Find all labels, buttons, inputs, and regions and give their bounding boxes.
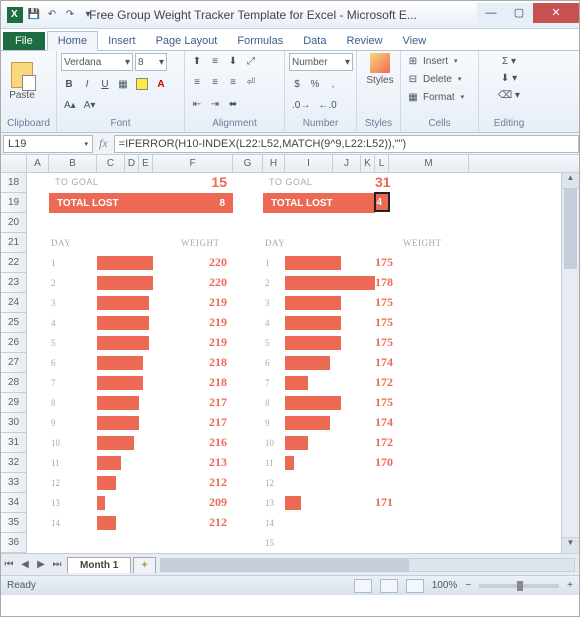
zoom-out-button[interactable]: − [465, 580, 471, 591]
vscroll-thumb[interactable] [564, 189, 577, 269]
group-cells: Cells [405, 118, 474, 130]
tab-review[interactable]: Review [336, 32, 392, 50]
tab-nav-next[interactable]: ▶ [33, 559, 49, 570]
hscroll-thumb[interactable] [161, 559, 409, 571]
paste-label: Paste [9, 90, 35, 101]
vertical-scrollbar[interactable]: ▲ ▼ [561, 173, 579, 553]
fx-icon[interactable]: fx [99, 136, 108, 151]
quick-access-toolbar: 💾 ↶ ↷ ▾ [27, 7, 95, 21]
comma-button[interactable]: , [325, 76, 341, 92]
tab-data[interactable]: Data [293, 32, 336, 50]
undo-icon[interactable]: ↶ [45, 7, 59, 21]
fill-color-button[interactable] [133, 76, 151, 92]
selected-cell[interactable]: 4 [374, 192, 390, 212]
fill-button[interactable]: ⬇ ▾ [483, 70, 535, 86]
currency-button[interactable]: $ [289, 76, 305, 92]
bold-button[interactable]: B [61, 76, 77, 92]
ribbon: Paste Clipboard Verdana▾ 8▾ B I U ▦ A A▴… [1, 51, 579, 133]
paste-button[interactable]: Paste [5, 53, 39, 109]
excel-icon [7, 7, 23, 23]
tab-file[interactable]: File [3, 32, 45, 50]
styles-icon [370, 53, 390, 73]
scroll-up-button[interactable]: ▲ [562, 173, 579, 189]
group-font: Font [61, 118, 180, 130]
tab-nav-first[interactable]: ⏮ [1, 559, 17, 570]
font-size-select[interactable]: 8▾ [135, 53, 167, 71]
grow-font-button[interactable]: A▴ [61, 97, 79, 113]
align-right-button[interactable]: ≡ [225, 75, 241, 91]
column-headers[interactable]: ABCDEFGHIJKLM [27, 155, 579, 173]
view-normal-button[interactable] [354, 579, 372, 593]
window-title: Free Group Weight Tracker Template for E… [29, 8, 477, 22]
shrink-font-button[interactable]: A▾ [81, 97, 99, 113]
redo-icon[interactable]: ↷ [63, 7, 77, 21]
increase-decimal-button[interactable]: .0→ [289, 97, 313, 113]
view-pagebreak-button[interactable] [406, 579, 424, 593]
tab-formulas[interactable]: Formulas [227, 32, 293, 50]
tab-home[interactable]: Home [47, 31, 98, 51]
save-icon[interactable]: 💾 [27, 7, 41, 21]
minimize-button[interactable]: — [477, 3, 505, 23]
wrap-text-button[interactable]: ⏎ [243, 75, 259, 91]
scroll-down-button[interactable]: ▼ [562, 537, 579, 553]
sheet-tab-bar: ⏮ ◀ ▶ ⏭ Month 1 ✦ [1, 553, 579, 575]
orientation-button[interactable]: ⤢ [243, 53, 259, 69]
status-ready: Ready [7, 580, 36, 591]
zoom-in-button[interactable]: + [567, 580, 573, 591]
merge-button[interactable]: ⬌ [225, 96, 241, 112]
row-headers[interactable]: 18192021222324252627282930313233343536 [1, 173, 27, 553]
formula-bar-row: L19▾ fx =IFERROR(H10-INDEX(L22:L52,MATCH… [1, 133, 579, 155]
qat-customize-icon[interactable]: ▾ [81, 7, 95, 21]
delete-cells-button[interactable]: ⊟ [405, 71, 421, 87]
cells-area[interactable]: TO GOAL15TO GOAL31TOTAL LOST8TOTAL LOST4… [27, 173, 561, 553]
sheet-tab-month1[interactable]: Month 1 [67, 557, 131, 573]
increase-indent-button[interactable]: ⇥ [207, 96, 223, 112]
group-styles: Styles [361, 118, 396, 130]
autosum-button[interactable]: Σ ▾ [483, 53, 535, 69]
group-editing: Editing [483, 118, 535, 130]
decrease-indent-button[interactable]: ⇤ [189, 96, 205, 112]
font-color-button[interactable]: A [153, 76, 169, 92]
align-center-button[interactable]: ≡ [207, 75, 223, 91]
ribbon-tabs: File Home Insert Page Layout Formulas Da… [1, 29, 579, 51]
group-clipboard: Clipboard [5, 118, 52, 130]
tab-nav-last[interactable]: ⏭ [49, 559, 65, 570]
worksheet-grid[interactable]: ABCDEFGHIJKLM 18192021222324252627282930… [1, 155, 579, 553]
border-button[interactable]: ▦ [115, 76, 131, 92]
tab-view[interactable]: View [393, 32, 437, 50]
tab-insert[interactable]: Insert [98, 32, 146, 50]
formula-bar[interactable]: =IFERROR(H10-INDEX(L22:L52,MATCH(9^9,L22… [114, 135, 579, 153]
align-middle-button[interactable]: ≡ [207, 53, 223, 69]
italic-button[interactable]: I [79, 76, 95, 92]
tab-nav-prev[interactable]: ◀ [17, 559, 33, 570]
align-left-button[interactable]: ≡ [189, 75, 205, 91]
percent-button[interactable]: % [307, 76, 323, 92]
view-layout-button[interactable] [380, 579, 398, 593]
underline-button[interactable]: U [97, 76, 113, 92]
tab-page-layout[interactable]: Page Layout [146, 32, 228, 50]
align-bottom-button[interactable]: ⬇ [225, 53, 241, 69]
decrease-decimal-button[interactable]: ←.0 [315, 97, 339, 113]
zoom-slider[interactable] [479, 584, 559, 588]
align-top-button[interactable]: ⬆ [189, 53, 205, 69]
new-sheet-button[interactable]: ✦ [133, 557, 155, 573]
insert-cells-button[interactable]: ⊞ [405, 53, 421, 69]
format-cells-button[interactable]: ▦ [405, 89, 421, 105]
name-box[interactable]: L19▾ [3, 135, 93, 153]
number-format-select[interactable]: Number▾ [289, 53, 353, 71]
clear-button[interactable]: ⌫ ▾ [483, 87, 535, 103]
title-bar: 💾 ↶ ↷ ▾ Free Group Weight Tracker Templa… [1, 1, 579, 29]
styles-button[interactable]: Styles [361, 53, 399, 86]
group-number: Number [289, 118, 352, 130]
zoom-level[interactable]: 100% [432, 580, 458, 591]
font-name-select[interactable]: Verdana▾ [61, 53, 133, 71]
maximize-button[interactable]: ▢ [505, 3, 533, 23]
select-all-corner[interactable] [1, 155, 27, 173]
paste-icon [11, 62, 33, 88]
close-button[interactable]: ✕ [533, 3, 579, 23]
horizontal-scrollbar[interactable] [160, 558, 575, 572]
status-bar: Ready 100% − + [1, 575, 579, 595]
group-alignment: Alignment [189, 118, 280, 130]
